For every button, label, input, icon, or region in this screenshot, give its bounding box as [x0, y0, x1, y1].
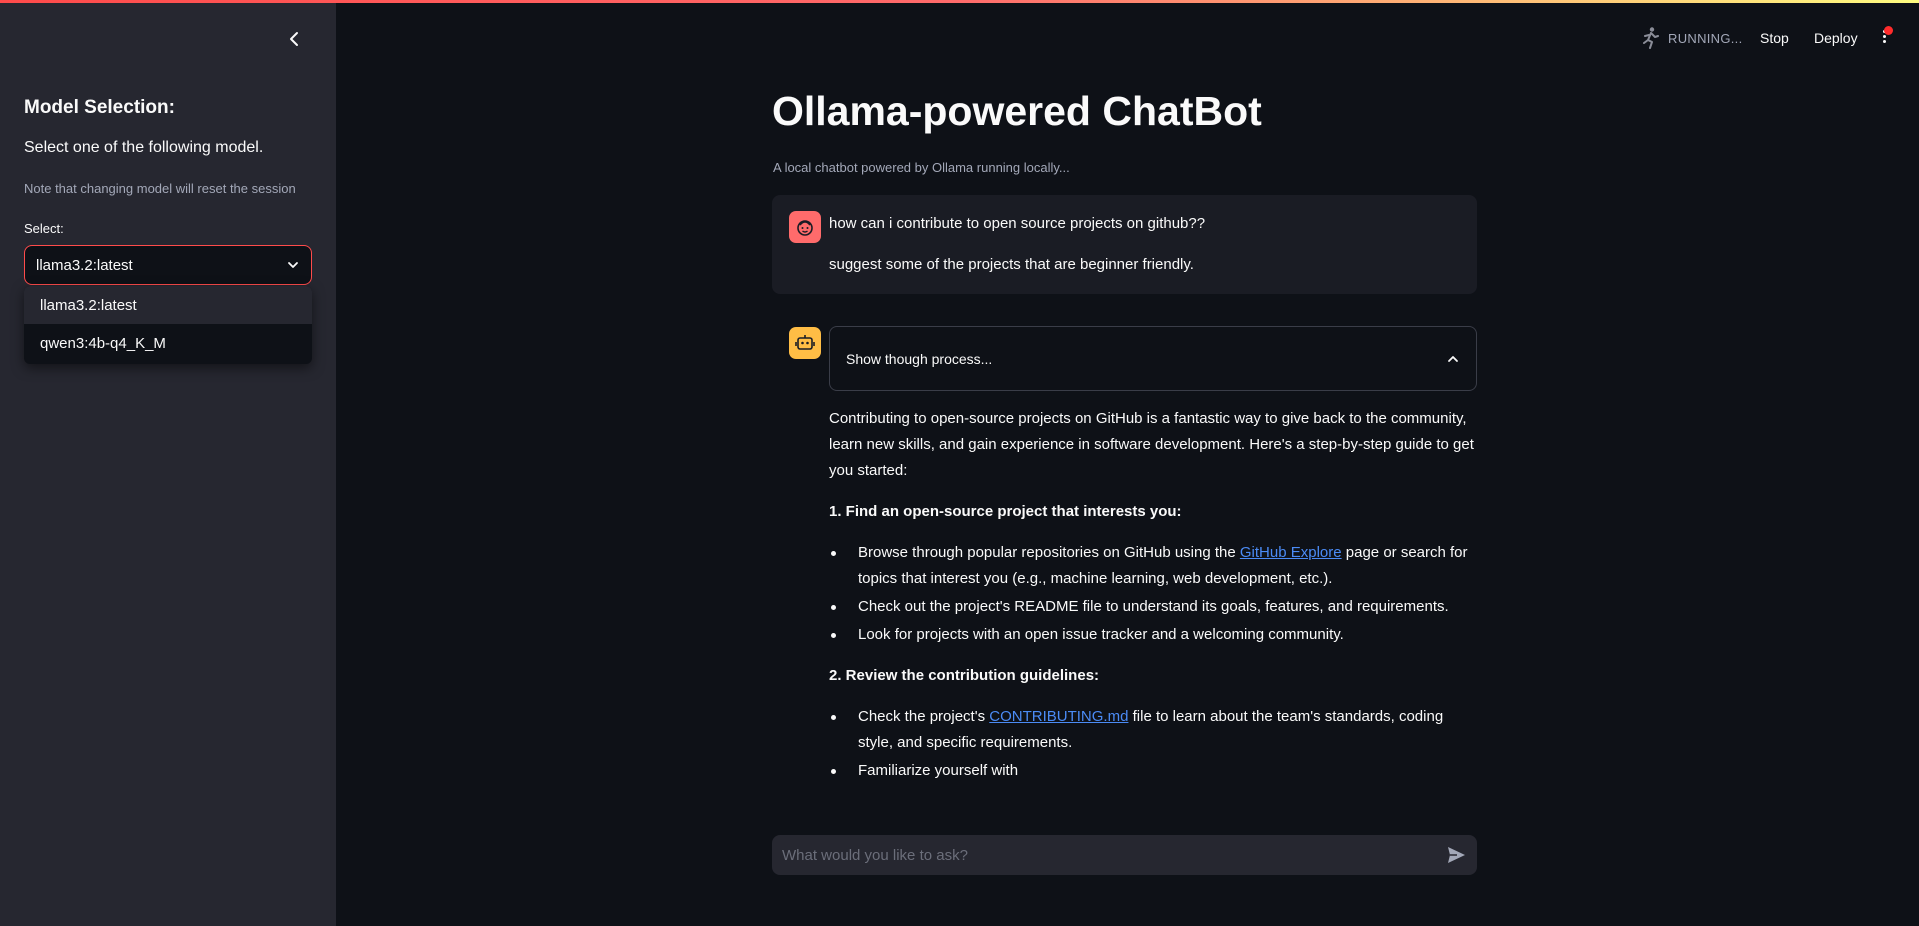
- model-option-llama[interactable]: llama3.2:latest: [24, 286, 312, 324]
- running-person-icon: [1643, 27, 1659, 49]
- user-avatar-icon: [789, 211, 821, 243]
- list-item: Check out the project's README file to u…: [829, 594, 1479, 620]
- page-title: Ollama-powered ChatBot: [772, 88, 1262, 134]
- user-message: how can i contribute to open source proj…: [772, 195, 1477, 294]
- model-option-qwen[interactable]: qwen3:4b-q4_K_M: [24, 324, 312, 362]
- github-explore-link[interactable]: GitHub Explore: [1240, 544, 1342, 561]
- answer-intro: Contributing to open-source projects on …: [829, 410, 1474, 479]
- page-caption: A local chatbot powered by Ollama runnin…: [773, 160, 1070, 175]
- expander-label: Show though process...: [846, 350, 993, 367]
- model-dropdown-list: llama3.2:latest qwen3:4b-q4_K_M: [24, 286, 312, 364]
- list-item: Look for projects with an open issue tra…: [829, 622, 1479, 648]
- step2-list: Check the project's CONTRIBUTING.md file…: [829, 704, 1479, 784]
- send-icon[interactable]: [1445, 844, 1467, 866]
- sidebar-note: Note that changing model will reset the …: [24, 181, 296, 196]
- sidebar-title: Model Selection:: [24, 97, 175, 118]
- model-select-value: llama3.2:latest: [36, 256, 133, 274]
- chevron-left-icon[interactable]: [283, 28, 305, 50]
- list-item-text: Check the project's: [858, 708, 990, 725]
- step1-heading: 1. Find an open-source project that inte…: [829, 503, 1182, 520]
- step2-heading: 2. Review the contribution guidelines:: [829, 667, 1100, 684]
- sidebar: Model Selection: Select one of the follo…: [0, 0, 336, 926]
- list-item-text: Browse through popular repositories on G…: [858, 544, 1240, 561]
- bot-avatar-icon: [789, 327, 821, 359]
- step1-list: Browse through popular repositories on G…: [829, 540, 1479, 648]
- contributing-md-link[interactable]: CONTRIBUTING.md: [989, 708, 1128, 725]
- running-status-text: RUNNING...: [1668, 30, 1743, 46]
- assistant-answer: Contributing to open-source projects on …: [829, 406, 1479, 799]
- user-message-line1: how can i contribute to open source proj…: [829, 215, 1206, 232]
- chevron-up-icon: [1448, 355, 1458, 362]
- list-item: Familiarize yourself with: [829, 758, 1479, 784]
- thought-process-expander[interactable]: Show though process...: [829, 326, 1477, 391]
- deploy-button[interactable]: Deploy: [1814, 30, 1858, 46]
- top-decoration-bar: [0, 0, 1919, 3]
- chevron-down-icon: [288, 262, 298, 268]
- list-item: Check the project's CONTRIBUTING.md file…: [829, 704, 1479, 756]
- chat-input[interactable]: [782, 846, 1445, 864]
- user-message-line2: suggest some of the projects that are be…: [829, 256, 1194, 273]
- kebab-menu-icon[interactable]: [1877, 26, 1893, 48]
- select-label: Select:: [24, 221, 64, 236]
- stop-button[interactable]: Stop: [1760, 30, 1789, 46]
- running-status: RUNNING...: [1640, 26, 1743, 50]
- chat-input-container: [772, 835, 1477, 875]
- model-select[interactable]: llama3.2:latest: [24, 245, 312, 285]
- sidebar-subtitle: Select one of the following model.: [24, 139, 264, 156]
- notification-badge: [1884, 26, 1893, 35]
- list-item: Browse through popular repositories on G…: [829, 540, 1479, 592]
